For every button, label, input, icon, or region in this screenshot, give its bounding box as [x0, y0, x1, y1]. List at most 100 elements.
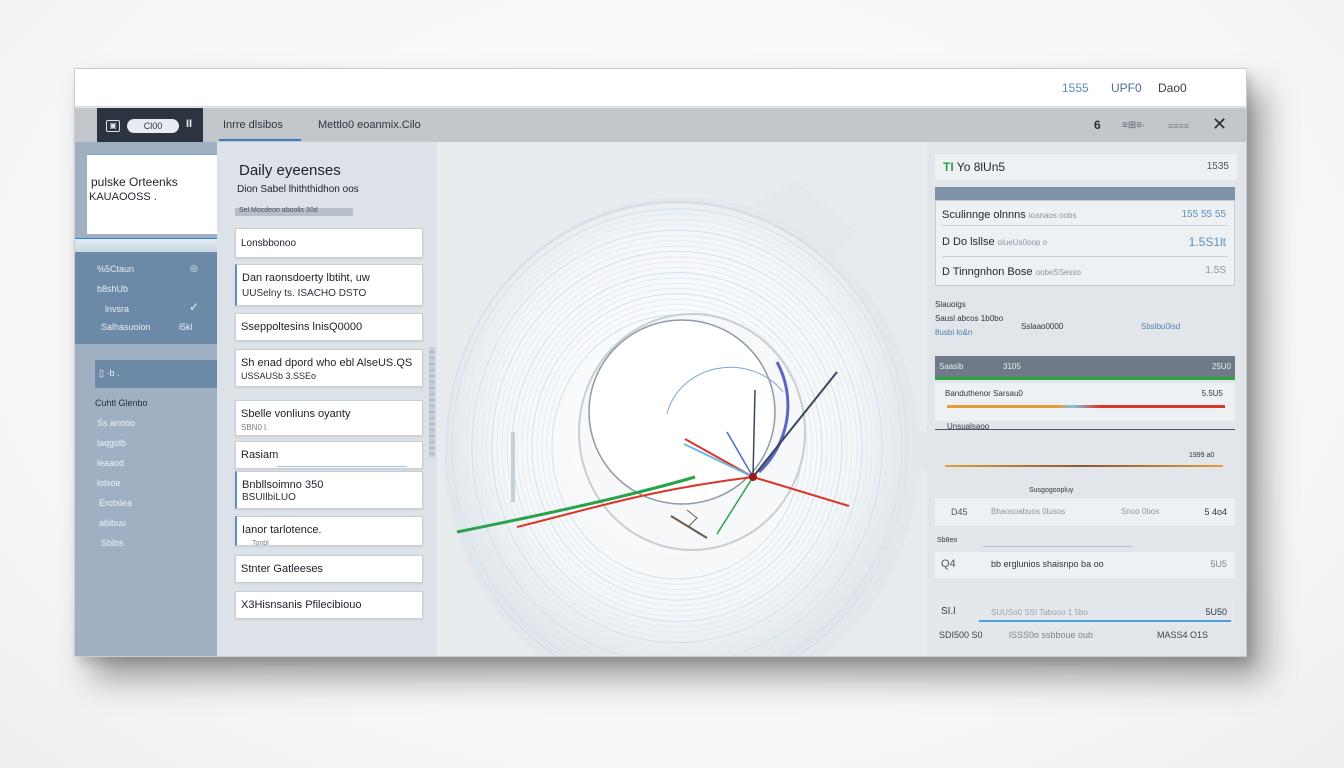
sidebar-item-1[interactable]: %5Ctaun: [97, 264, 134, 274]
section-caption: Unsualsaoo: [947, 422, 990, 431]
list-item[interactable]: Sh enad dpord who ebl AlseUS.QS USSAUSb …: [235, 349, 423, 387]
tab-primary[interactable]: Inrre dlsibos: [223, 119, 283, 131]
top-bar-user[interactable]: Dao0: [1158, 81, 1187, 95]
top-bar-update-link[interactable]: UPF0: [1111, 81, 1142, 95]
screenshot-stage: 1555 UPF0 Dao0 ▣ Cl00 II Inrre dlsibos M…: [0, 0, 1344, 768]
target-icon[interactable]: ◎: [190, 263, 198, 274]
sidebar-list-item[interactable]: Erotsiea: [99, 498, 132, 508]
center-node: [749, 473, 757, 481]
grid-icon[interactable]: ≡⊞≡·: [1122, 120, 1145, 131]
summary-divider-bar: [935, 187, 1235, 200]
summary-panel: TI Yo 8lUn5 1535 Sculinnge olnnns loanao…: [927, 142, 1246, 656]
table-header-left: Saasib: [939, 362, 964, 371]
summary-row[interactable]: D Do lsllse olueUs0oop o: [942, 236, 1047, 248]
list-item[interactable]: Sseppoltesins lnisQ0000: [235, 313, 423, 341]
toolbar-pill-button[interactable]: Cl00: [127, 119, 179, 133]
filter-bar[interactable]: Sel Mocdeon aboolls 30d: [235, 207, 353, 216]
sidebar-item-3[interactable]: lnvsra: [105, 304, 129, 314]
summary-row[interactable]: Sculinnge olnnns loanaos oobs: [942, 209, 1076, 221]
sidebar-list-item[interactable]: Cuhtl Glenbo: [95, 398, 148, 408]
list-item[interactable]: Dan raonsdoerty lbtiht, uw UUSelny ts. I…: [235, 264, 423, 306]
table-row[interactable]: D45 Bhaosoabuos 0lusos Snoo 0bos 5 4o4: [935, 498, 1235, 526]
summary-header: TI Yo 8lUn5 1535: [935, 154, 1237, 180]
list-item-title: Bnbllsoimno 350: [242, 479, 324, 491]
sidebar-list-item[interactable]: laqgolb: [97, 438, 126, 448]
list-item[interactable]: X3Hisnsanis Pfilecibiouo: [235, 591, 423, 619]
list-item[interactable]: Stnter Gatleeses: [235, 555, 423, 583]
list-item[interactable]: Ianor tarlotence. Tonbl: [235, 516, 423, 547]
sidebar-item-4-value: l5kl: [179, 322, 193, 332]
summary-rows: Sculinnge olnnns loanaos oobs 155 55 55 …: [935, 200, 1235, 286]
edge-ruler-left: [511, 432, 515, 502]
sidebar-list-item[interactable]: lolsoe: [97, 478, 121, 488]
table-header: Saasib 3105 25U0: [935, 356, 1235, 380]
table-cell: Snoo 0bos: [1121, 507, 1160, 516]
table-cell-value: 5U50: [1205, 607, 1227, 617]
tab-secondary[interactable]: Mettlo0 eoanmix.Cilo: [318, 119, 421, 131]
summary-header-label: TI Yo 8lUn5: [943, 160, 1005, 174]
expense-list-panel: Daily eyeenses Dion Sabel lhiththidhon o…: [217, 142, 437, 656]
list-item-detail: UUSelny ts. ISACHO DSTO: [242, 288, 367, 299]
list-item-title: Stnter Gatleeses: [241, 563, 323, 575]
sidebar-selected-item[interactable]: ▯ ·b .: [95, 360, 217, 388]
sidebar-card-subtitle: KAUAOOSS .: [89, 191, 157, 203]
footer-right: MASS4 O1S: [1157, 630, 1209, 640]
details-heading: Slauoigs: [935, 300, 966, 309]
menu-icon[interactable]: ≡≡≡≡: [1168, 121, 1189, 131]
list-scrollbar[interactable]: [429, 347, 435, 457]
list-item[interactable]: Lonsbbonoo: [235, 228, 423, 258]
toolbar-number-button[interactable]: 6: [1094, 118, 1101, 132]
row-divider: [942, 256, 1228, 257]
list-item-detail: Tonbl: [252, 540, 269, 547]
footer-mid: lSSS0o ssbboue oub: [1009, 630, 1094, 640]
table-row[interactable]: SI.l SUUSo0 SSI Tabooo 1 5bo 5U50: [935, 600, 1235, 626]
list-item-title: Sh enad dpord who ebl AlseUS.QS: [241, 357, 413, 369]
sidebar-list-item[interactable]: Ss anooo: [97, 418, 135, 428]
table-cell: SUUSo0 SSI Tabooo 1 5bo: [991, 608, 1088, 617]
details-line: Sausl abcos 1b0bo: [935, 314, 1004, 323]
check-icon[interactable]: ✓: [189, 300, 199, 314]
progress-value: 5.5U5: [1201, 389, 1223, 398]
details-link[interactable]: Sbslbu0isd: [1141, 322, 1180, 331]
summary-row-value: 155 55 55: [1181, 209, 1227, 220]
summary-row-sub: oobeSSesso: [1035, 268, 1081, 277]
summary-row[interactable]: D Tinngnhon Bose oobeSSesso: [942, 266, 1081, 278]
page-title: Daily eyeenses: [239, 162, 341, 179]
sidebar-selected-label: ▯ ·b .: [99, 368, 120, 378]
summary-row-sub: olueUs0oop o: [997, 238, 1048, 247]
row-divider: [942, 225, 1228, 226]
top-bar-counter: 1555: [1062, 81, 1089, 95]
sidebar-list-item[interactable]: leaaod: [97, 458, 124, 468]
core-circle: [588, 319, 776, 505]
list-item[interactable]: Sbelle vonliuns oyanty SBN0 l.: [235, 400, 423, 436]
progress-fill: [947, 405, 1225, 408]
details-line: Sslaao0000: [1021, 322, 1064, 331]
table-row[interactable]: Q4 bb erglunios shaisnpo ba oo 5U5: [935, 552, 1235, 578]
list-item-title: Sbelle vonliuns oyanty: [241, 408, 351, 420]
list-item-title: Dan raonsdoerty lbtiht, uw: [242, 272, 370, 284]
details-link[interactable]: 8usbi lo&n: [935, 328, 972, 337]
toolbar: ▣ Cl00 II Inrre dlsibos Mettlo0 eoanmix.…: [75, 108, 1246, 142]
sidebar-profile-card[interactable]: pulske Orteenks KAUAOOSS .: [87, 154, 217, 234]
sidebar-list-item[interactable]: Sblbs: [101, 538, 124, 548]
list-item-title: Sseppoltesins lnisQ0000: [241, 321, 363, 333]
pause-icon[interactable]: II: [186, 118, 192, 130]
details-section: Slauoigs Sausl abcos 1b0bo 8usbi lo&n Ss…: [935, 298, 1235, 348]
summary-row-label: D Tinngnhon Bose: [942, 266, 1033, 278]
sidebar-item-2[interactable]: b8shUb: [97, 284, 128, 294]
summary-row-label: Sculinnge olnnns: [942, 209, 1026, 221]
table-cell: bb erglunios shaisnpo ba oo: [991, 559, 1104, 569]
table-cell: D45: [951, 507, 968, 517]
sidebar-list-item[interactable]: abibuu: [99, 518, 126, 528]
table-cell: SI.l: [941, 606, 956, 617]
summary-row-label: D Do lsllse: [942, 236, 995, 248]
summary-header-icon: TI: [943, 160, 954, 174]
sidebar-item-4[interactable]: Salhasuoion: [101, 322, 151, 332]
close-icon[interactable]: ✕: [1212, 114, 1227, 135]
list-item[interactable]: Rasiam: [235, 441, 423, 469]
list-item[interactable]: Bnbllsoimno 350 BSUIlbiLUO: [235, 471, 423, 509]
sidebar-card-title: pulske Orteenks: [91, 175, 178, 189]
footer-left: SDI500 S0: [939, 630, 983, 640]
summary-row-value: 1.5S: [1205, 265, 1226, 276]
table-group-label: Sb8eo: [937, 537, 958, 544]
